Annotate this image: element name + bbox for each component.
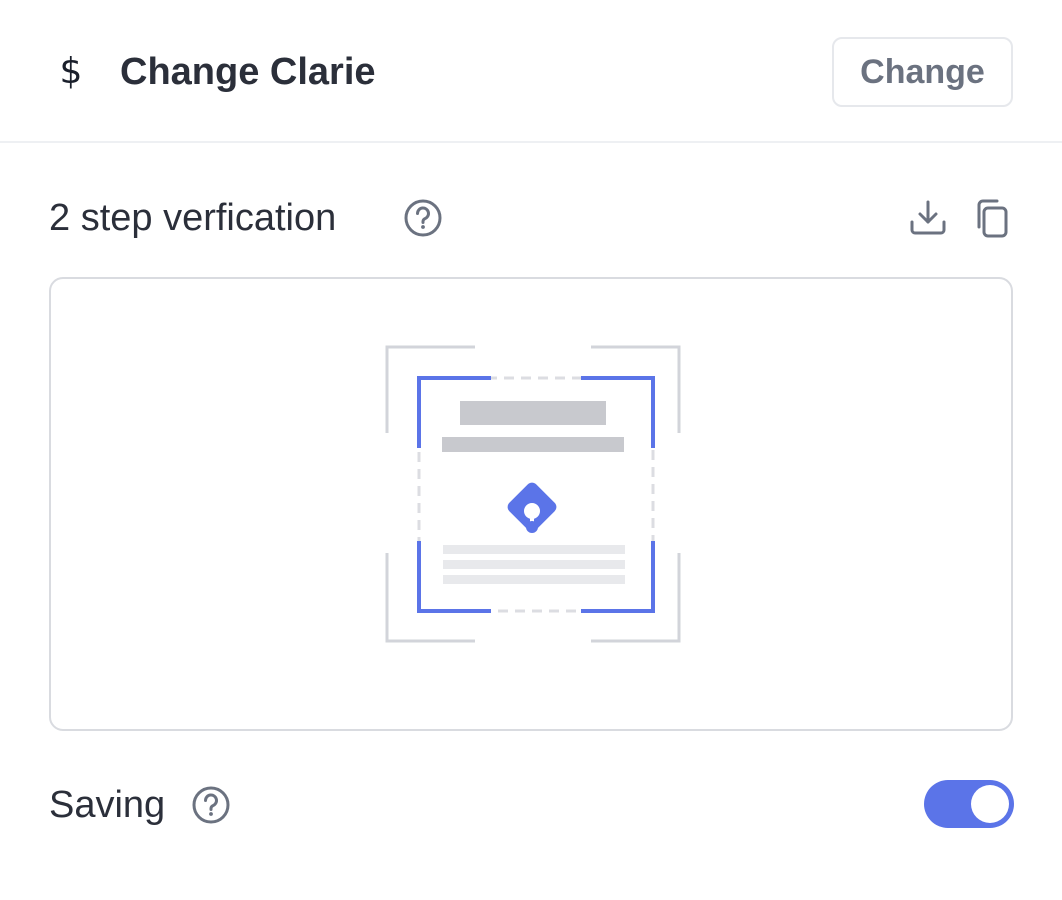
saving-label: Saving bbox=[49, 784, 166, 826]
saving-toggle[interactable] bbox=[924, 780, 1014, 828]
page-title: Change Clarie bbox=[120, 51, 376, 93]
settings-panel: $ Change Clarie Change 2 step verficatio… bbox=[0, 0, 1062, 900]
change-button[interactable]: Change bbox=[832, 37, 1013, 107]
qr-code-area bbox=[49, 277, 1013, 731]
copy-icon[interactable] bbox=[970, 196, 1014, 240]
question-circle-icon[interactable] bbox=[190, 784, 232, 826]
question-circle-icon[interactable] bbox=[402, 197, 444, 239]
download-icon[interactable] bbox=[906, 196, 950, 240]
section-title: 2 step verfication bbox=[49, 197, 337, 239]
header: $ Change Clarie Change bbox=[0, 0, 1062, 143]
toggle-knob bbox=[971, 785, 1009, 823]
dollar-icon: $ bbox=[59, 51, 83, 92]
qr-document-illustration bbox=[385, 345, 681, 643]
